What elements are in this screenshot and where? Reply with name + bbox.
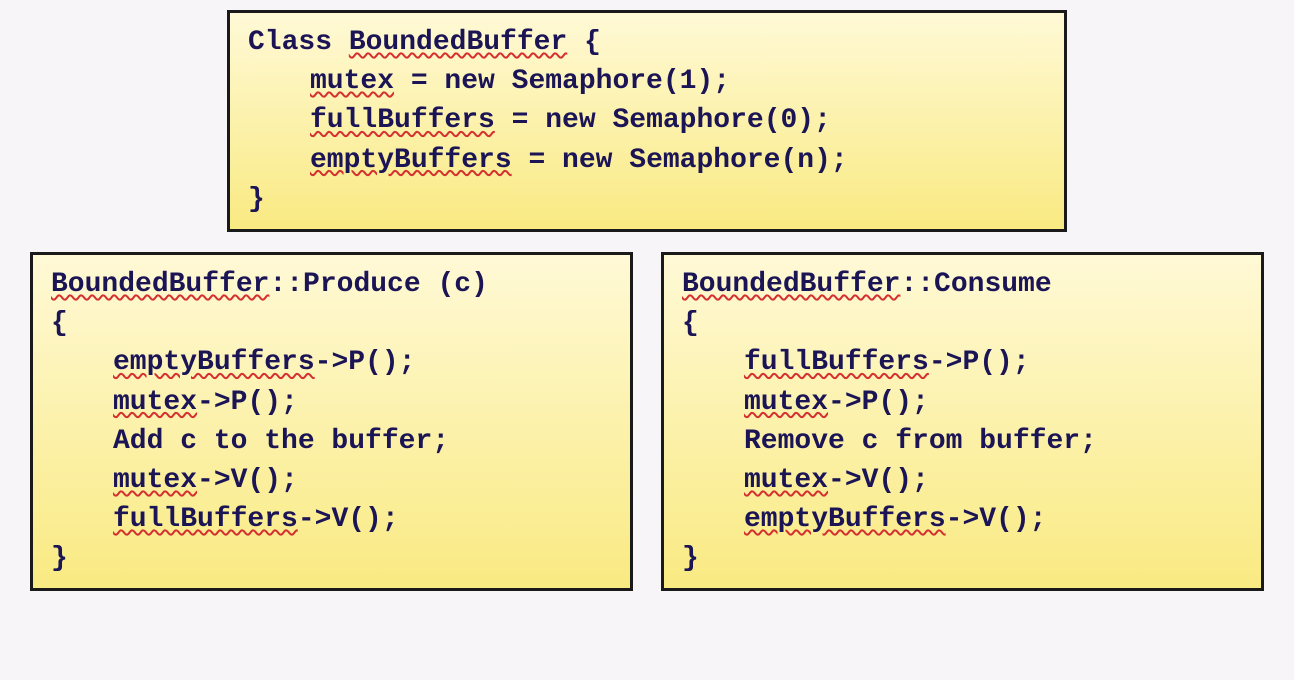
code-line: fullBuffers = new Semaphore(0); bbox=[248, 101, 1046, 140]
text: = new Semaphore(1); bbox=[394, 66, 730, 97]
code-line: } bbox=[51, 539, 612, 578]
code-line: Class BoundedBuffer { bbox=[248, 23, 1046, 62]
text: } bbox=[682, 543, 699, 574]
code-line: BoundedBuffer::Consume bbox=[682, 265, 1243, 304]
identifier-emptybuffers: emptyBuffers bbox=[113, 347, 315, 378]
code-line: Remove c from buffer; bbox=[682, 422, 1243, 461]
code-line: mutex->V(); bbox=[682, 461, 1243, 500]
code-line: emptyBuffers->V(); bbox=[682, 500, 1243, 539]
text: ->V(); bbox=[946, 504, 1047, 535]
text: Add c to the buffer; bbox=[113, 426, 449, 457]
text: Remove c from buffer; bbox=[744, 426, 1097, 457]
code-line: fullBuffers->P(); bbox=[682, 343, 1243, 382]
text: = new Semaphore(0); bbox=[495, 105, 831, 136]
identifier-fullbuffers: fullBuffers bbox=[113, 504, 298, 535]
code-line: BoundedBuffer::Produce (c) bbox=[51, 265, 612, 304]
class-definition-box: Class BoundedBuffer { mutex = new Semaph… bbox=[227, 10, 1067, 232]
code-line: emptyBuffers->P(); bbox=[51, 343, 612, 382]
code-line: Add c to the buffer; bbox=[51, 422, 612, 461]
identifier-emptybuffers: emptyBuffers bbox=[744, 504, 946, 535]
code-line: emptyBuffers = new Semaphore(n); bbox=[248, 141, 1046, 180]
identifier-fullbuffers: fullBuffers bbox=[310, 105, 495, 136]
code-line: } bbox=[248, 180, 1046, 219]
text: ->P(); bbox=[828, 387, 929, 418]
text: { bbox=[682, 308, 699, 339]
consume-method-box: BoundedBuffer::Consume { fullBuffers->P(… bbox=[661, 252, 1264, 592]
slide-container: Class BoundedBuffer { mutex = new Semaph… bbox=[30, 10, 1264, 591]
text: ->V(); bbox=[197, 465, 298, 496]
code-line: { bbox=[682, 304, 1243, 343]
text: } bbox=[248, 184, 265, 215]
text: { bbox=[567, 27, 601, 58]
identifier-mutex: mutex bbox=[744, 465, 828, 496]
identifier-emptybuffers: emptyBuffers bbox=[310, 145, 512, 176]
text: ::Produce (c) bbox=[269, 269, 487, 300]
identifier-mutex: mutex bbox=[113, 387, 197, 418]
text: = new Semaphore(n); bbox=[512, 145, 848, 176]
identifier-boundedbuffer: BoundedBuffer bbox=[682, 269, 900, 300]
text: { bbox=[51, 308, 68, 339]
code-line: mutex->P(); bbox=[682, 383, 1243, 422]
identifier-mutex: mutex bbox=[113, 465, 197, 496]
text: ->P(); bbox=[929, 347, 1030, 378]
identifier-mutex: mutex bbox=[744, 387, 828, 418]
code-line: } bbox=[682, 539, 1243, 578]
text: ::Consume bbox=[900, 269, 1051, 300]
text: ->P(); bbox=[197, 387, 298, 418]
identifier-boundedbuffer: BoundedBuffer bbox=[51, 269, 269, 300]
text: ->P(); bbox=[315, 347, 416, 378]
identifier-mutex: mutex bbox=[310, 66, 394, 97]
text: ->V(); bbox=[828, 465, 929, 496]
text: Class bbox=[248, 27, 349, 58]
code-line: mutex = new Semaphore(1); bbox=[248, 62, 1046, 101]
produce-method-box: BoundedBuffer::Produce (c) { emptyBuffer… bbox=[30, 252, 633, 592]
text: } bbox=[51, 543, 68, 574]
code-line: { bbox=[51, 304, 612, 343]
code-line: mutex->P(); bbox=[51, 383, 612, 422]
code-line: fullBuffers->V(); bbox=[51, 500, 612, 539]
text: ->V(); bbox=[298, 504, 399, 535]
identifier-fullbuffers: fullBuffers bbox=[744, 347, 929, 378]
bottom-row: BoundedBuffer::Produce (c) { emptyBuffer… bbox=[30, 252, 1264, 592]
code-line: mutex->V(); bbox=[51, 461, 612, 500]
identifier-boundedbuffer: BoundedBuffer bbox=[349, 27, 567, 58]
